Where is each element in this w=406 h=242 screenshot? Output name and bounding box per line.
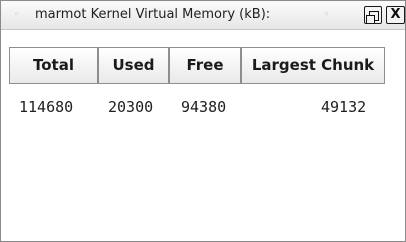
used-value: 20300 (108, 98, 154, 116)
column-header-used[interactable]: Used (98, 47, 169, 84)
window-titlebar[interactable]: ◦ marmot Kernel Virtual Memory (kB): ◦ X (1, 1, 405, 30)
memory-table: Total Used Free Largest Chunk 114680 203… (9, 47, 395, 191)
close-button[interactable]: X (386, 6, 405, 24)
largest-chunk-value: 49132 (321, 98, 367, 116)
column-header-largest-chunk[interactable]: Largest Chunk (241, 47, 385, 84)
restore-button[interactable] (364, 6, 382, 24)
table-row[interactable]: 114680 20300 94380 49132 (9, 97, 395, 117)
restore-icon (366, 11, 379, 23)
table-header: Total Used Free Largest Chunk (9, 47, 395, 84)
total-value: 114680 (19, 98, 74, 116)
column-header-free[interactable]: Free (169, 47, 241, 84)
window-title: marmot Kernel Virtual Memory (kB): (35, 7, 271, 22)
free-value: 94380 (181, 98, 227, 116)
title-bullet-icon: ◦ (323, 10, 330, 20)
title-bullet-icon: ◦ (13, 10, 20, 20)
memory-window: ◦ marmot Kernel Virtual Memory (kB): ◦ X… (0, 0, 406, 242)
column-header-total[interactable]: Total (9, 47, 98, 84)
